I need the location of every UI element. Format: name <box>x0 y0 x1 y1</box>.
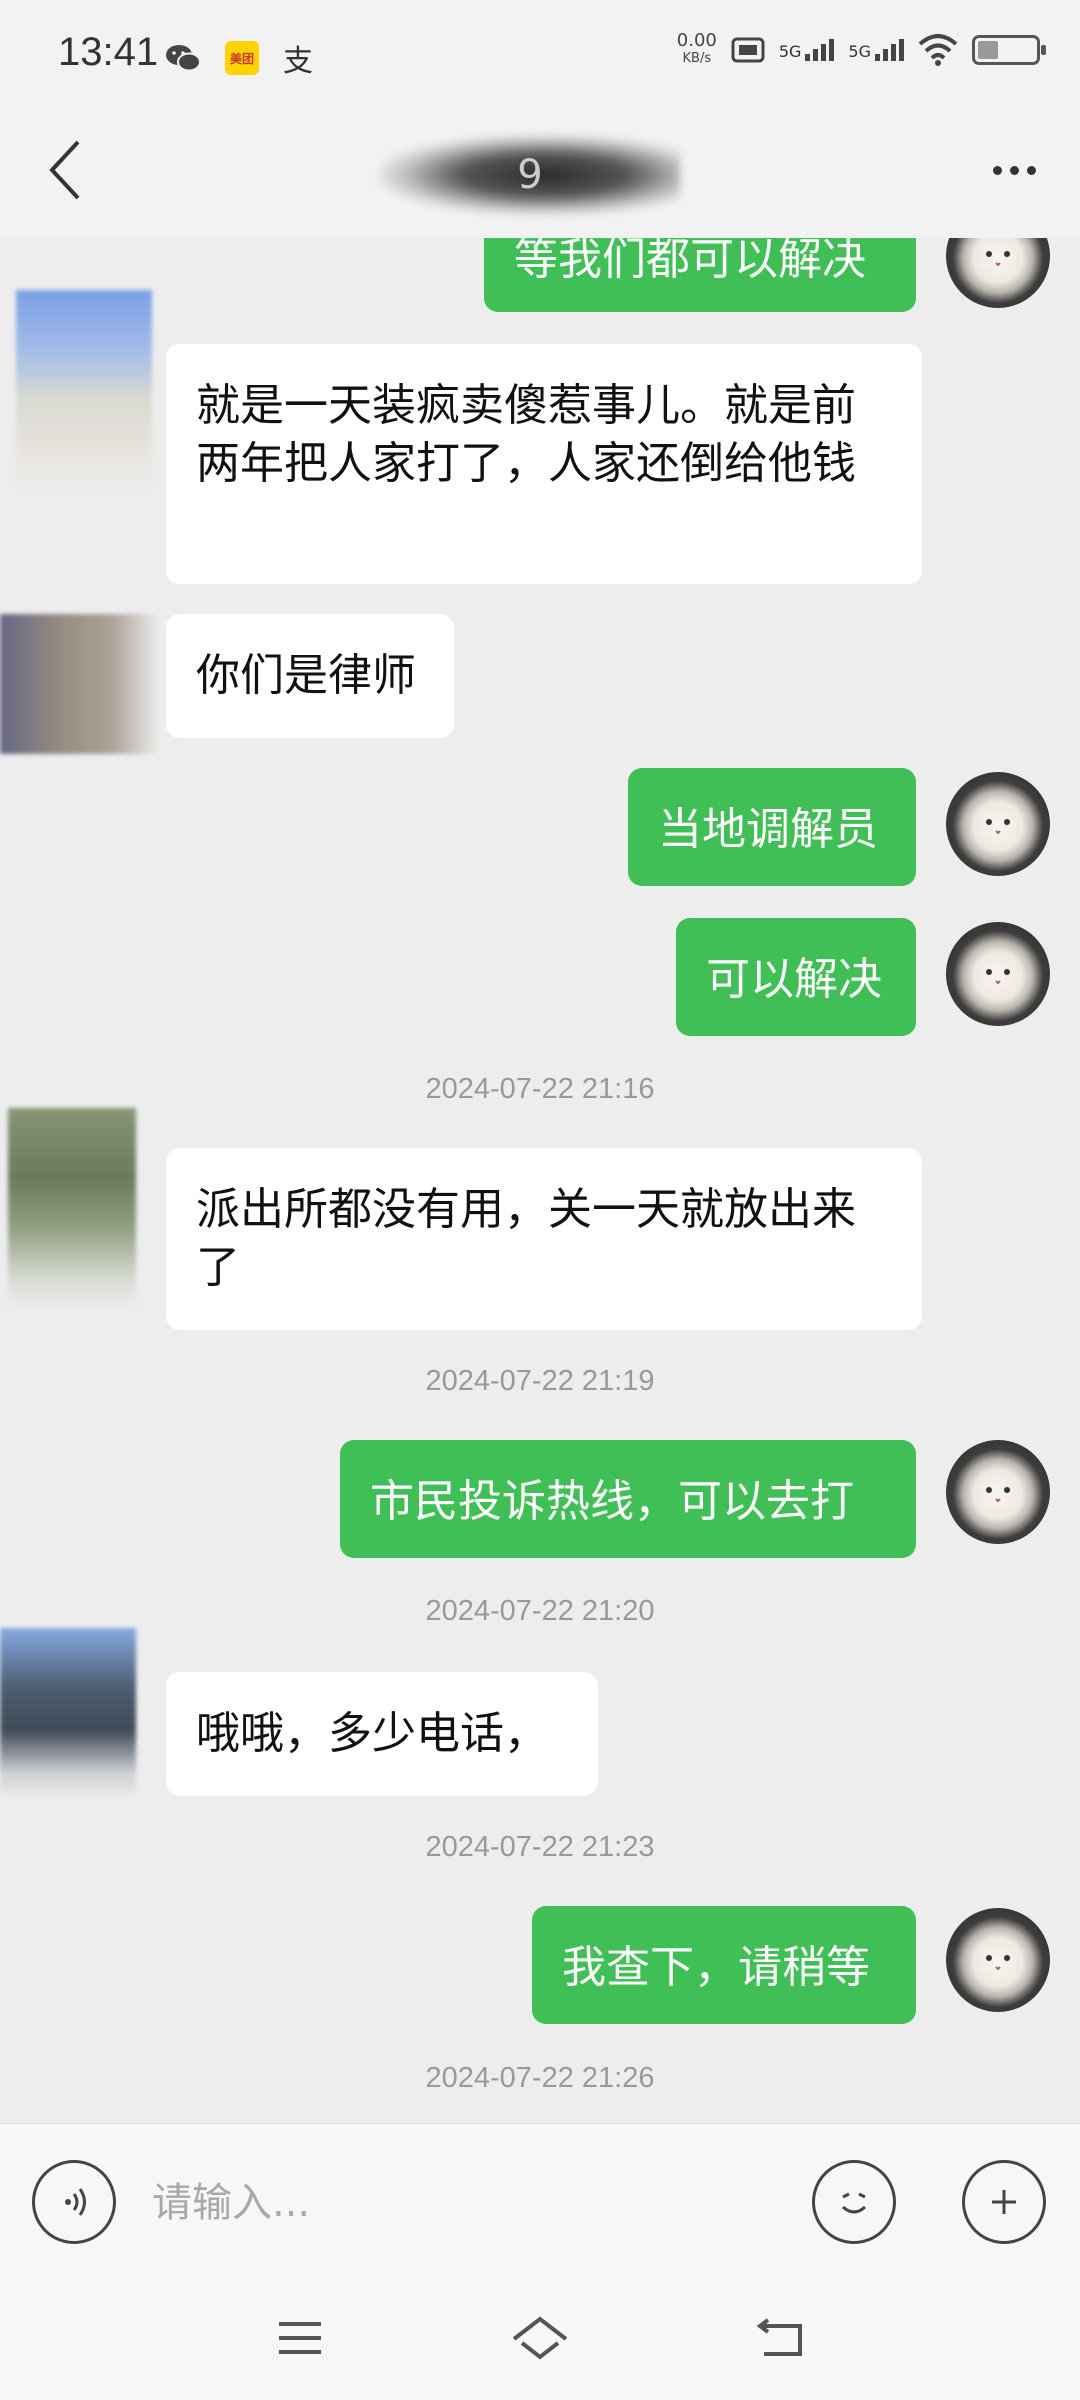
sim2-label: 5G <box>848 42 871 61</box>
message-bubble-outgoing[interactable]: 市民投诉热线，可以去打 <box>340 1440 916 1558</box>
contact-avatar[interactable] <box>0 614 160 754</box>
cat-icon <box>986 819 1010 835</box>
home-icon <box>512 2316 568 2360</box>
home-button[interactable] <box>495 2298 585 2378</box>
cat-icon <box>986 1955 1010 1971</box>
chevron-left-icon <box>49 140 80 200</box>
contact-avatar[interactable] <box>16 290 152 490</box>
more-icon <box>992 165 1002 175</box>
net-speed-unit: KB/s <box>682 51 712 66</box>
my-avatar[interactable] <box>946 1440 1050 1544</box>
menu-button[interactable] <box>255 2298 345 2378</box>
more-options-button[interactable] <box>974 140 1054 200</box>
net-speed-value: 0.00 <box>676 30 717 51</box>
signal-2: 5G <box>848 39 904 61</box>
meituan-icon: 美团 <box>225 41 259 75</box>
message-bubble-incoming[interactable]: 派出所都没有用，关一天就放出来了 <box>166 1148 922 1330</box>
message-bubble-outgoing[interactable]: 我查下，请稍等 <box>532 1906 916 2024</box>
cat-icon <box>986 1487 1010 1503</box>
back-nav-button[interactable] <box>735 2298 825 2378</box>
wechat-icon <box>166 45 201 72</box>
message-bubble-outgoing[interactable]: 等我们都可以解决 <box>484 238 916 312</box>
my-avatar[interactable] <box>946 1908 1050 2012</box>
message-timestamp: 2024-07-22 21:26 <box>425 2062 655 2094</box>
message-timestamp: 2024-07-22 21:19 <box>425 1365 655 1397</box>
hd-icon <box>731 37 765 63</box>
cat-icon <box>986 969 1010 985</box>
voice-button[interactable] <box>32 2160 116 2244</box>
more-actions-button[interactable] <box>962 2160 1046 2244</box>
my-avatar[interactable] <box>946 922 1050 1026</box>
chat-title-text: 9 <box>517 152 543 198</box>
alipay-icon: 支 <box>283 44 313 79</box>
contact-avatar[interactable] <box>0 1628 136 1798</box>
voice-icon <box>65 2188 86 2216</box>
battery-icon <box>972 35 1046 65</box>
back-button[interactable] <box>24 130 104 210</box>
signal-icon <box>805 39 835 61</box>
chat-header: 9 <box>0 110 1080 238</box>
message-timestamp: 2024-07-22 21:20 <box>425 1595 655 1627</box>
cat-icon <box>986 251 1010 267</box>
sim1-label: 5G <box>778 42 802 61</box>
notification-icons: 美团 支 <box>165 38 313 79</box>
chat-title: 9 <box>380 135 680 215</box>
message-timestamp: 2024-07-22 21:23 <box>425 1831 655 1863</box>
message-input[interactable] <box>150 2162 774 2244</box>
net-speed: 0.00 KB/s <box>677 32 717 68</box>
contact-avatar[interactable] <box>8 1108 136 1308</box>
my-avatar[interactable] <box>946 772 1050 876</box>
input-bar <box>0 2123 1080 2279</box>
message-bubble-incoming[interactable]: 就是一天装疯卖傻惹事儿。就是前两年把人家打了，人家还倒给他钱 <box>166 344 922 584</box>
status-bar: 13:41 美团 支 0.00 KB/s 5G 5G <box>0 0 1080 110</box>
message-bubble-outgoing[interactable]: 当地调解员 <box>628 768 916 886</box>
menu-icon <box>279 2322 321 2354</box>
emoji-button[interactable] <box>812 2160 896 2244</box>
plus-icon <box>992 2190 1016 2214</box>
my-avatar[interactable] <box>946 238 1050 308</box>
message-bubble-incoming[interactable]: 你们是律师 <box>166 614 454 738</box>
battery-fill <box>978 41 998 59</box>
signal-1: 5G <box>779 39 835 61</box>
signal-icon <box>875 39 904 61</box>
message-timestamp: 2024-07-22 21:16 <box>425 1073 655 1105</box>
message-bubble-incoming[interactable]: 哦哦，多少电话， <box>166 1672 598 1796</box>
status-time: 13:41 <box>58 30 159 74</box>
back-nav-icon <box>756 2318 802 2356</box>
system-nav-bar <box>0 2278 1080 2400</box>
status-right-icons: 0.00 KB/s 5G 5G <box>677 32 1046 68</box>
message-list[interactable]: 等我们都可以解决 就是一天装疯卖傻惹事儿。就是前两年把人家打了，人家还倒给他钱 … <box>0 238 1080 2123</box>
wifi-icon <box>918 34 958 66</box>
message-bubble-outgoing[interactable]: 可以解决 <box>676 918 916 1036</box>
emoji-icon <box>841 2192 867 2214</box>
